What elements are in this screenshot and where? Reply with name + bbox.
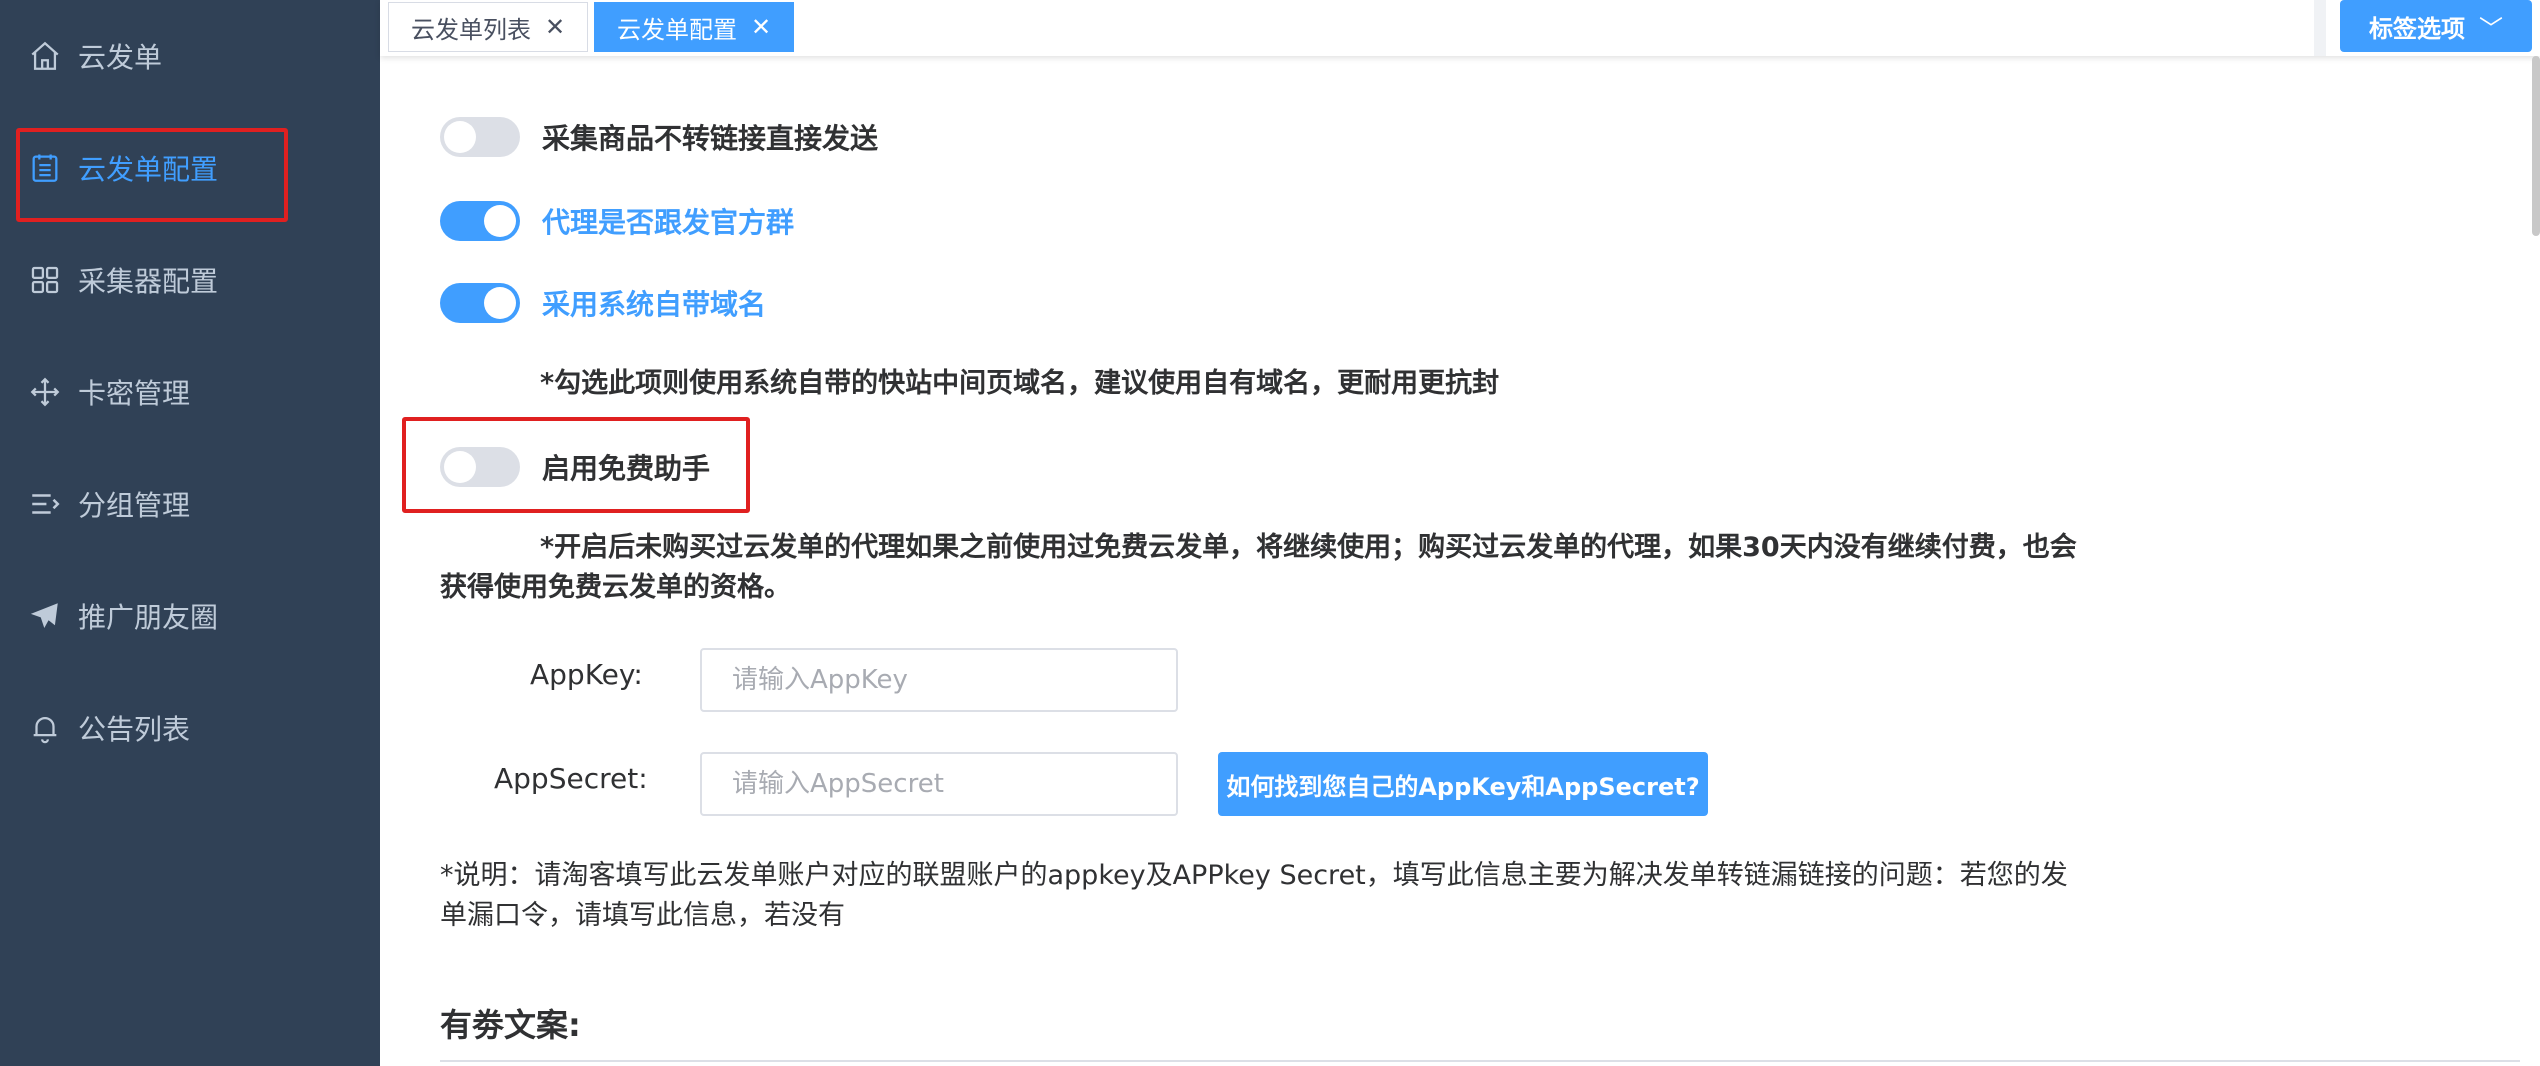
switch-knob <box>444 121 476 153</box>
tab-cloud-order-list[interactable]: 云发单列表 ✕ <box>388 2 589 52</box>
coupon-copy-title: 有劵文案: <box>440 1006 581 1044</box>
sidebar-item-label: 采集器配置 <box>78 265 219 298</box>
bell-icon <box>28 711 62 745</box>
setting-row-system-domain: 采用系统自带域名 <box>440 283 766 323</box>
sidebar-item-cloud-order-config[interactable]: 云发单配置 <box>0 128 380 208</box>
setting-row-free-assistant: 启用免费助手 <box>440 447 710 487</box>
system-domain-switch[interactable] <box>440 283 520 323</box>
appkey-label: AppKey: <box>530 658 643 691</box>
chevron-down-icon: ﹀ <box>2479 14 2503 43</box>
sidebar-item-card-management[interactable]: 卡密管理 <box>0 352 380 432</box>
system-domain-label: 采用系统自带域名 <box>542 288 767 321</box>
domain-note: *勾选此项则使用系统自带的快站中间页域名，建议使用自有域名，更耐用更抗封 <box>540 368 1500 399</box>
home-icon <box>28 39 62 73</box>
follow-official-group-label: 代理是否跟发官方群 <box>542 206 795 239</box>
sidebar-item-label: 云发单配置 <box>78 153 219 186</box>
tabs-bar: 云发单列表 ✕ 云发单配置 ✕ 标签选项 ﹀ <box>380 0 2540 56</box>
appsecret-input[interactable] <box>700 752 1178 816</box>
tab-label: 云发单列表 <box>411 15 531 44</box>
scrollbar[interactable] <box>2532 56 2540 236</box>
free-assistant-switch[interactable] <box>440 447 520 487</box>
move-icon <box>28 375 62 409</box>
sidebar: 云发单 云发单配置 采集器配置 卡密管理 分组管理 推广朋友圈 公告列表 <box>0 0 380 1066</box>
find-appkey-help-button[interactable]: 如何找到您自己的AppKey和AppSecret? <box>1218 752 1708 816</box>
switch-knob <box>484 205 516 237</box>
document-list-icon <box>28 151 62 185</box>
setting-row-follow-official: 代理是否跟发官方群 <box>440 201 794 241</box>
main-content: 采集商品不转链接直接发送 代理是否跟发官方群 采用系统自带域名 *勾选此项则使用… <box>380 56 2540 1066</box>
tab-options-button[interactable]: 标签选项 ﹀ <box>2340 0 2532 52</box>
tabs-divider <box>2314 0 2326 56</box>
switch-knob <box>444 451 476 483</box>
sort-icon <box>28 487 62 521</box>
direct-send-label: 采集商品不转链接直接发送 <box>542 122 879 155</box>
sidebar-item-label: 分组管理 <box>78 489 191 522</box>
sidebar-item-moments[interactable]: 推广朋友圈 <box>0 576 380 656</box>
sidebar-item-cloud-order[interactable]: 云发单 <box>0 16 380 96</box>
setting-row-direct-send: 采集商品不转链接直接发送 <box>440 117 878 157</box>
free-assistant-note-line1: *开启后未购买过云发单的代理如果之前使用过免费云发单，将继续使用；购买过云发单的… <box>540 532 2077 563</box>
sidebar-item-label: 卡密管理 <box>78 377 191 410</box>
sidebar-item-label: 公告列表 <box>78 713 191 746</box>
paper-plane-icon <box>28 599 62 633</box>
grid-icon <box>28 263 62 297</box>
tab-label: 云发单配置 <box>617 15 737 44</box>
sidebar-item-label: 推广朋友圈 <box>78 601 219 634</box>
tab-options-label: 标签选项 <box>2369 14 2465 43</box>
appkey-explain-line2: 单漏口令，请填写此信息，若没有 <box>440 900 845 931</box>
direct-send-switch[interactable] <box>440 117 520 157</box>
appsecret-label: AppSecret: <box>494 762 648 795</box>
sidebar-item-label: 云发单 <box>78 41 163 74</box>
tab-cloud-order-config[interactable]: 云发单配置 ✕ <box>594 2 795 52</box>
sidebar-item-collector-config[interactable]: 采集器配置 <box>0 240 380 320</box>
appkey-input[interactable] <box>700 648 1178 712</box>
free-assistant-note-line2: 获得使用免费云发单的资格。 <box>440 572 791 603</box>
sidebar-item-group-management[interactable]: 分组管理 <box>0 464 380 544</box>
close-icon[interactable]: ✕ <box>545 15 565 39</box>
appkey-explain-line1: *说明：请淘客填写此云发单账户对应的联盟账户的appkey及APPkey Sec… <box>440 860 2068 891</box>
follow-official-group-switch[interactable] <box>440 201 520 241</box>
close-icon[interactable]: ✕ <box>751 15 771 39</box>
switch-knob <box>484 287 516 319</box>
coupon-copy-editor[interactable] <box>440 1060 2520 1066</box>
free-assistant-label: 启用免费助手 <box>542 452 711 485</box>
sidebar-item-announcements[interactable]: 公告列表 <box>0 688 380 768</box>
